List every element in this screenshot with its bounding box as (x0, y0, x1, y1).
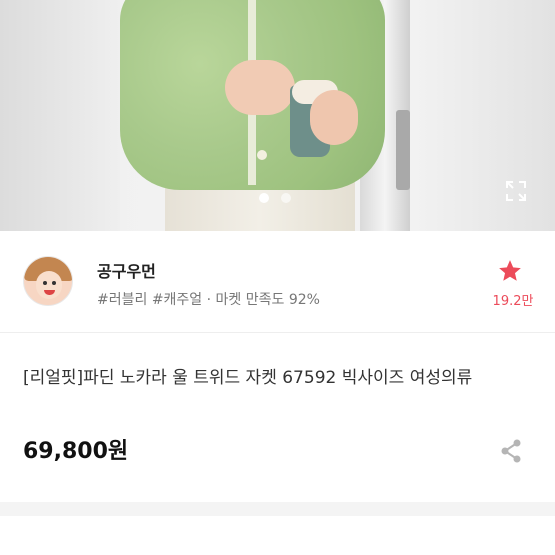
background-wall (405, 0, 555, 231)
product-price: 69,800원 (23, 439, 129, 464)
seller-avatar[interactable] (23, 256, 73, 306)
next-section (0, 516, 555, 555)
seller-name[interactable]: 공구우먼 (97, 258, 156, 282)
model-hand (310, 90, 358, 145)
section-divider (0, 502, 555, 516)
gallery-pagination (259, 193, 291, 203)
share-icon[interactable] (499, 438, 523, 464)
seller-tags: #러블리 #캐주얼 · 마켓 만족도 92% (97, 292, 320, 308)
avatar-eye (52, 281, 56, 285)
background-hinge (396, 110, 410, 190)
avatar-eye (43, 281, 47, 285)
expand-icon[interactable] (505, 180, 527, 202)
star-icon[interactable] (497, 258, 523, 284)
seller-row[interactable]: 공구우먼 #러블리 #캐주얼 · 마켓 만족도 92% 19.2만 (0, 231, 555, 333)
jacket-button (257, 150, 267, 160)
product-title: [리얼핏]파딘 노카라 울 트위드 자켓 67592 빅사이즈 여성의류 (23, 368, 473, 388)
product-image-gallery[interactable] (0, 0, 555, 231)
model-hand (225, 60, 295, 115)
favorite-count: 19.2만 (492, 294, 534, 309)
gallery-dot[interactable] (281, 193, 291, 203)
background-wall (0, 0, 120, 231)
gallery-dot-active[interactable] (259, 193, 269, 203)
